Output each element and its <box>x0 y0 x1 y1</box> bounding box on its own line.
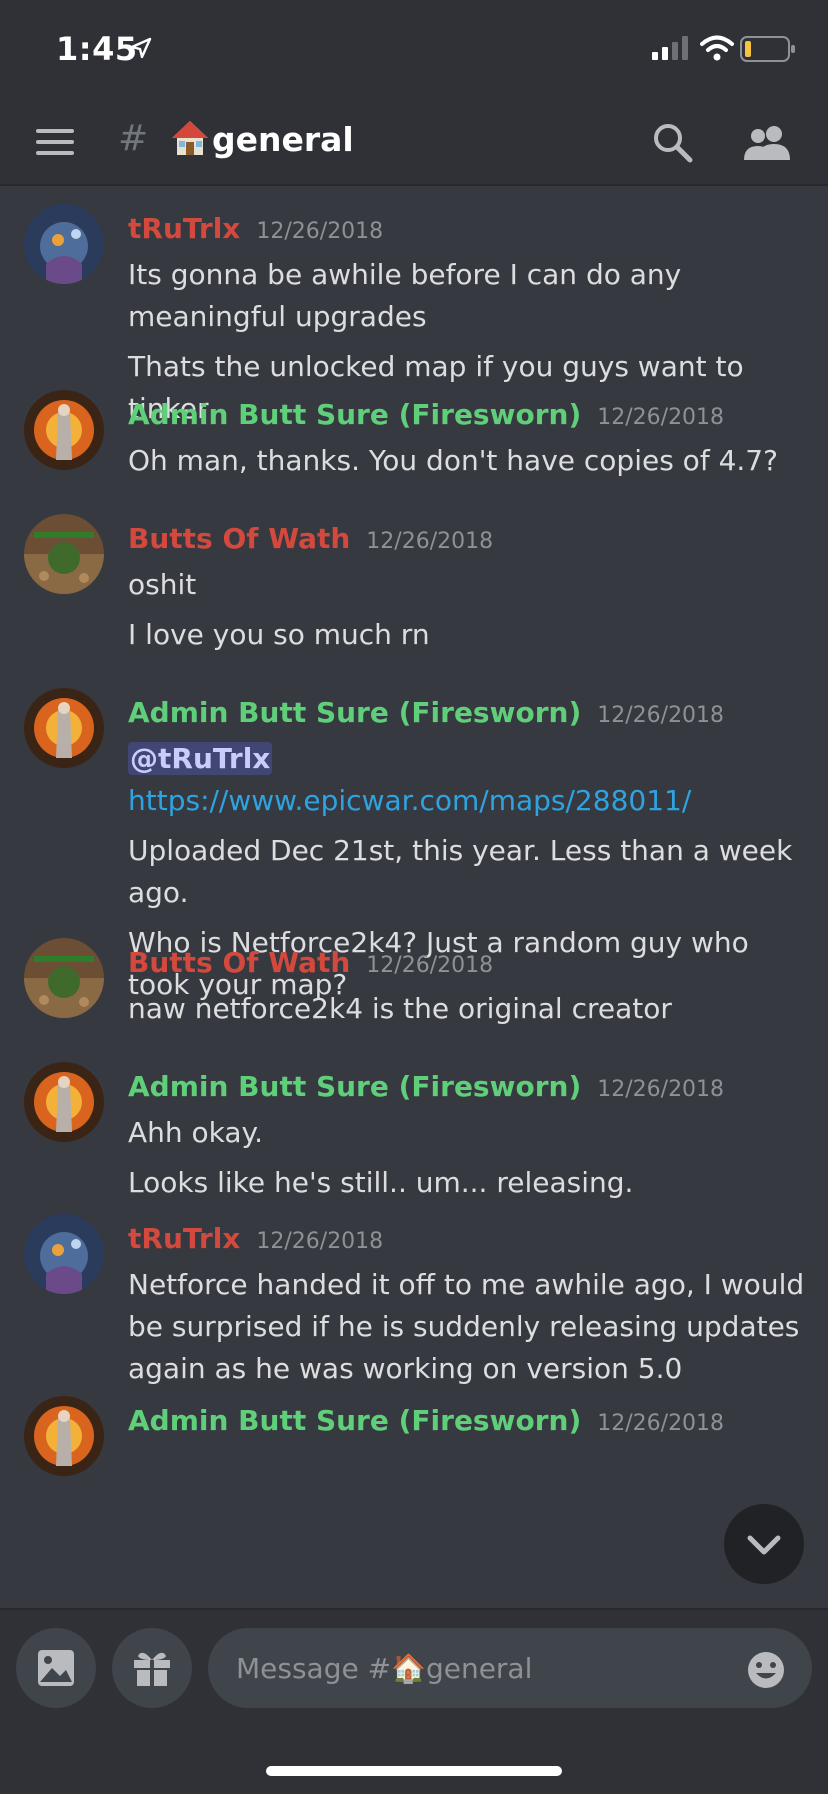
message-content: oshit I love you so much rn <box>128 564 808 664</box>
status-time: 1:45 <box>56 30 138 68</box>
message-line: I love you so much rn <box>128 618 430 651</box>
gift-button[interactable] <box>112 1628 192 1708</box>
message-author[interactable]: Butts Of Wath 12/26/2018 <box>128 522 493 555</box>
message-timestamp: 12/26/2018 <box>366 529 494 554</box>
avatar[interactable] <box>24 1062 104 1142</box>
message-line: Oh man, thanks. You don't have copies of… <box>128 444 778 477</box>
upload-image-button[interactable] <box>16 1628 96 1708</box>
author-name[interactable]: tRuTrlx <box>128 212 240 245</box>
message-line: oshit <box>128 568 197 601</box>
message-timestamp: 12/26/2018 <box>597 405 725 430</box>
user-mention[interactable]: @tRuTrlx <box>128 742 273 775</box>
wifi-icon <box>700 35 734 61</box>
author-name[interactable]: Admin Butt Sure (Firesworn) <box>128 1404 581 1437</box>
avatar-butts-of-wath-icon <box>24 514 104 594</box>
message-timestamp: 12/26/2018 <box>597 703 725 728</box>
avatar-butts-of-wath-icon <box>24 938 104 1018</box>
avatar[interactable] <box>24 688 104 768</box>
message-line: Netforce handed it off to me awhile ago,… <box>128 1268 805 1385</box>
message-author[interactable]: Admin Butt Sure (Firesworn) 12/26/2018 <box>128 398 724 431</box>
avatar-trutrlx-icon <box>24 1214 104 1294</box>
message-author[interactable]: Admin Butt Sure (Firesworn) 12/26/2018 <box>128 1404 724 1437</box>
author-name[interactable]: Butts Of Wath <box>128 946 350 979</box>
author-name[interactable]: Admin Butt Sure (Firesworn) <box>128 696 581 729</box>
gift-icon <box>134 1652 170 1686</box>
message-content: Ahh okay. Looks like he's still.. um... … <box>128 1112 808 1212</box>
scroll-to-bottom-button[interactable] <box>724 1504 804 1584</box>
status-bar: 1:45 <box>0 0 828 100</box>
message-line: Uploaded Dec 21st, this year. Less than … <box>128 834 793 909</box>
message-line: @tRuTrlx https://www.epicwar.com/maps/28… <box>128 738 808 822</box>
avatar-firesworn-icon <box>24 1396 104 1476</box>
avatar[interactable] <box>24 938 104 1018</box>
avatar-firesworn-icon <box>24 1062 104 1142</box>
message-timestamp: 12/26/2018 <box>256 1229 384 1254</box>
message-author[interactable]: Admin Butt Sure (Firesworn) 12/26/2018 <box>128 696 724 729</box>
author-name[interactable]: Admin Butt Sure (Firesworn) <box>128 1070 581 1103</box>
message-author[interactable]: Butts Of Wath 12/26/2018 <box>128 946 493 979</box>
message-timestamp: 12/26/2018 <box>597 1411 725 1436</box>
author-name[interactable]: Butts Of Wath <box>128 522 350 555</box>
message-composer <box>0 1608 828 1794</box>
emoji-picker-icon[interactable] <box>746 1650 786 1690</box>
avatar[interactable] <box>24 204 104 284</box>
message-author[interactable]: tRuTrlx 12/26/2018 <box>128 212 383 245</box>
battery-icon <box>740 36 795 62</box>
chevron-down-icon <box>747 1535 781 1555</box>
author-name[interactable]: Admin Butt Sure (Firesworn) <box>128 398 581 431</box>
message-line: Its gonna be awhile before I can do any … <box>128 258 682 333</box>
message-content: Oh man, thanks. You don't have copies of… <box>128 440 808 490</box>
cellular-signal-icon <box>652 36 688 60</box>
message-link[interactable]: https://www.epicwar.com/maps/288011/ <box>128 784 691 817</box>
author-name[interactable]: tRuTrlx <box>128 1222 240 1255</box>
message-author[interactable]: tRuTrlx 12/26/2018 <box>128 1222 383 1255</box>
message-timestamp: 12/26/2018 <box>366 953 494 978</box>
avatar[interactable] <box>24 1396 104 1476</box>
message-content: naw netforce2k4 is the original creator <box>128 988 808 1038</box>
members-icon[interactable] <box>742 122 794 162</box>
message-line: naw netforce2k4 is the original creator <box>128 992 672 1025</box>
house-emoji-icon <box>172 121 208 155</box>
avatar[interactable] <box>24 514 104 594</box>
avatar-firesworn-icon <box>24 688 104 768</box>
avatar[interactable] <box>24 390 104 470</box>
location-arrow-icon <box>130 37 152 59</box>
channel-header: # general <box>0 100 828 186</box>
message-timestamp: 12/26/2018 <box>597 1077 725 1102</box>
message-line: Ahh okay. <box>128 1116 264 1149</box>
search-icon[interactable] <box>650 120 694 164</box>
avatar-firesworn-icon <box>24 390 104 470</box>
message-author[interactable]: Admin Butt Sure (Firesworn) 12/26/2018 <box>128 1070 724 1103</box>
message-line: Looks like he's still.. um... releasing. <box>128 1166 634 1199</box>
home-indicator <box>266 1766 562 1776</box>
image-icon <box>38 1650 74 1686</box>
message-content: Netforce handed it off to me awhile ago,… <box>128 1264 808 1398</box>
message-input[interactable] <box>208 1628 812 1708</box>
channel-hash-icon: # <box>118 118 149 159</box>
avatar-trutrlx-icon <box>24 204 104 284</box>
message-timestamp: 12/26/2018 <box>256 219 384 244</box>
channel-name: general <box>212 120 354 159</box>
hamburger-menu-icon[interactable] <box>36 126 76 158</box>
message-list[interactable]: tRuTrlx 12/26/2018 Its gonna be awhile be… <box>0 186 828 1608</box>
avatar[interactable] <box>24 1214 104 1294</box>
